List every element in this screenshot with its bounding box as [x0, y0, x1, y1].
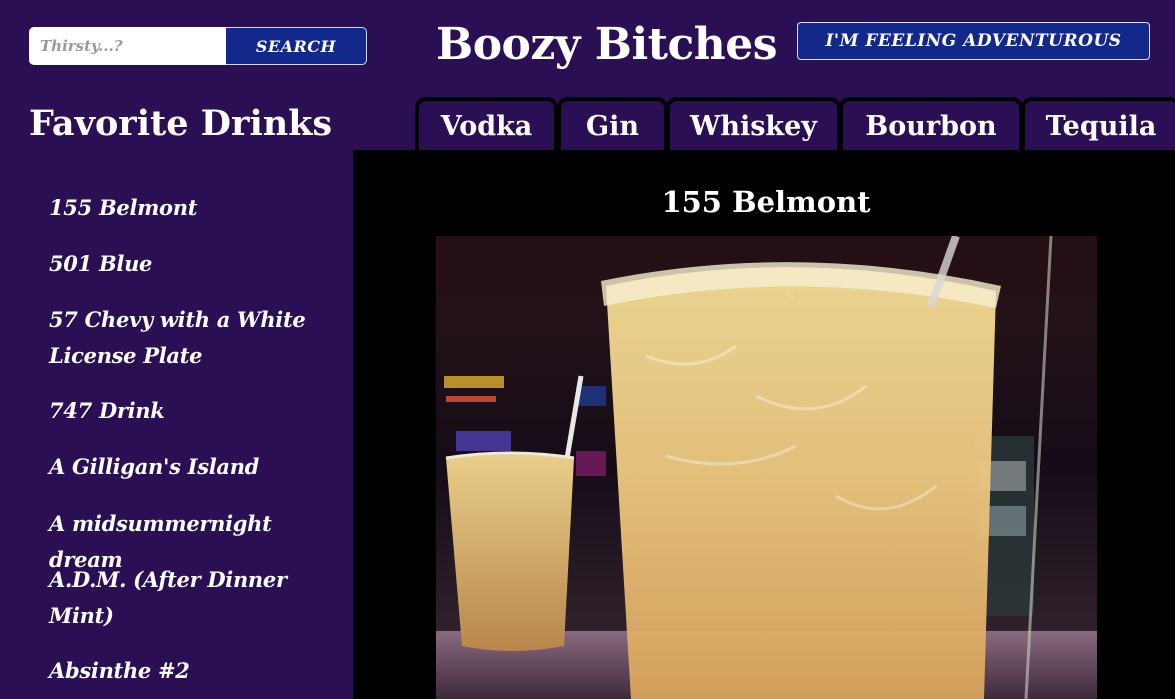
drink-list-item[interactable]: 155 Belmont: [49, 190, 309, 226]
tab-gin[interactable]: Gin: [557, 97, 668, 152]
tab-tequila[interactable]: Tequila: [1021, 97, 1175, 152]
search-input[interactable]: [29, 27, 226, 65]
drink-title: 155 Belmont: [661, 185, 871, 219]
tab-vodka[interactable]: Vodka: [415, 97, 558, 152]
drink-list-item[interactable]: 57 Chevy with a White License Plate: [49, 302, 309, 374]
search-button[interactable]: SEARCH: [226, 27, 367, 65]
page: SEARCH Boozy Bitches I'M FEELING ADVENTU…: [0, 0, 1175, 699]
drink-list-item[interactable]: A Gilligan's Island: [49, 449, 309, 485]
drink-list-item[interactable]: 501 Blue: [49, 246, 309, 282]
drink-list-item[interactable]: 747 Drink: [49, 393, 309, 429]
drink-list-item[interactable]: Absinthe #2: [49, 653, 309, 689]
drink-detail-panel: 155 Belmont: [353, 150, 1175, 699]
drink-photo-illustration: [436, 236, 1097, 699]
tab-bourbon[interactable]: Bourbon: [839, 97, 1023, 152]
drink-list-item[interactable]: A.D.M. (After Dinner Mint): [49, 562, 309, 634]
liquor-tabs: Vodka Gin Whiskey Bourbon Tequila: [0, 97, 1175, 152]
site-title[interactable]: Boozy Bitches: [436, 14, 778, 76]
tab-whiskey[interactable]: Whiskey: [666, 97, 841, 152]
drink-list: 155 Belmont 501 Blue 57 Chevy with a Whi…: [0, 152, 353, 699]
drink-photo: [436, 236, 1097, 699]
feeling-adventurous-button[interactable]: I'M FEELING ADVENTUROUS: [797, 22, 1150, 60]
search-form: SEARCH: [29, 27, 367, 65]
